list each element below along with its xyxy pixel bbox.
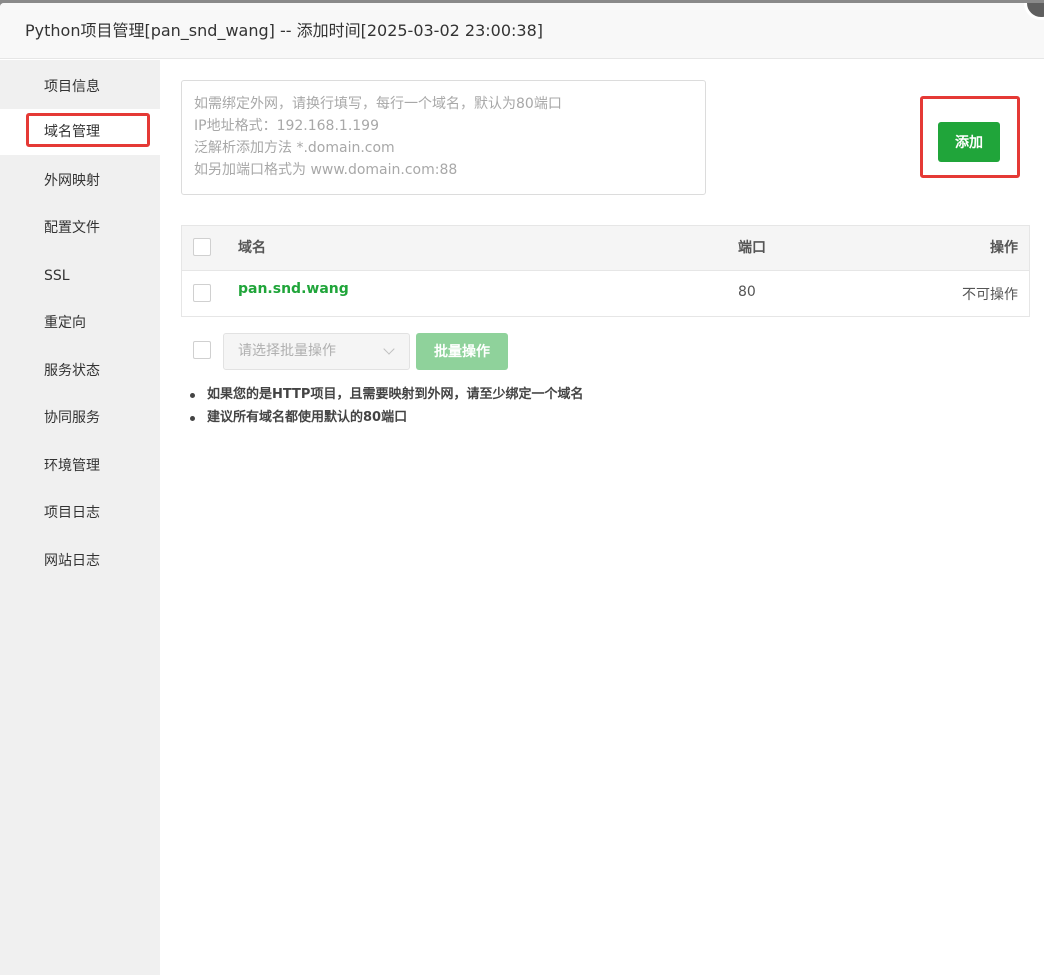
sidebar-item-site-log[interactable]: 网站日志 bbox=[0, 538, 160, 584]
sidebar-item-label: 外网映射 bbox=[44, 173, 100, 189]
select-all-checkbox[interactable] bbox=[193, 238, 211, 256]
sidebar-item-env-management[interactable]: 环境管理 bbox=[0, 443, 160, 489]
chevron-down-icon bbox=[383, 343, 395, 355]
sidebar-item-project-info[interactable]: 项目信息 bbox=[0, 64, 160, 110]
sidebar-item-collab-service[interactable]: 协同服务 bbox=[0, 395, 160, 441]
batch-select-placeholder: 请选择批量操作 bbox=[238, 343, 336, 359]
sidebar-item-label: 环境管理 bbox=[44, 458, 100, 474]
sidebar-item-config-file[interactable]: 配置文件 bbox=[0, 205, 160, 251]
highlight-box bbox=[26, 113, 150, 147]
sidebar-item-ssl[interactable]: SSL bbox=[0, 253, 160, 299]
sidebar: 项目信息 域名管理 外网映射 配置文件 SSL 重定向 服务状态 协同服务 环境… bbox=[0, 60, 160, 975]
column-header-action: 操作 bbox=[990, 240, 1018, 256]
sidebar-item-project-log[interactable]: 项目日志 bbox=[0, 490, 160, 536]
sidebar-item-label: 重定向 bbox=[44, 315, 86, 331]
domain-link[interactable]: pan.snd.wang bbox=[238, 281, 349, 297]
sidebar-item-external-mapping[interactable]: 外网映射 bbox=[0, 158, 160, 204]
batch-select-checkbox[interactable] bbox=[193, 341, 211, 359]
table-header: 域名 端口 操作 bbox=[182, 226, 1029, 271]
sidebar-item-domain-management[interactable]: 域名管理 bbox=[0, 109, 160, 155]
sidebar-item-service-status[interactable]: 服务状态 bbox=[0, 348, 160, 394]
batch-operation-select[interactable]: 请选择批量操作 bbox=[223, 333, 410, 370]
port-value: 80 bbox=[738, 284, 756, 300]
batch-operation-button[interactable]: 批量操作 bbox=[416, 333, 508, 370]
tips-list: 如果您的是HTTP项目，且需要映射到外网，请至少绑定一个域名 建议所有域名都使用… bbox=[189, 383, 583, 429]
domain-table: 域名 端口 操作 pan.snd.wang 80 不可操作 bbox=[181, 225, 1030, 317]
column-header-domain: 域名 bbox=[238, 240, 266, 256]
sidebar-item-label: 服务状态 bbox=[44, 363, 100, 379]
sidebar-item-label: SSL bbox=[44, 268, 70, 284]
tip-item: 建议所有域名都使用默认的80端口 bbox=[189, 406, 583, 429]
sidebar-item-redirect[interactable]: 重定向 bbox=[0, 300, 160, 346]
sidebar-item-label: 配置文件 bbox=[44, 220, 100, 236]
sidebar-item-label: 网站日志 bbox=[44, 553, 100, 569]
sidebar-item-label: 项目信息 bbox=[44, 79, 100, 95]
domain-input[interactable] bbox=[181, 80, 706, 195]
action-text: 不可操作 bbox=[962, 287, 1018, 303]
sidebar-item-label: 协同服务 bbox=[44, 410, 100, 426]
table-row: pan.snd.wang 80 不可操作 bbox=[182, 271, 1029, 316]
column-header-port: 端口 bbox=[738, 240, 766, 256]
sidebar-item-label: 项目日志 bbox=[44, 505, 100, 521]
dialog-title: Python项目管理[pan_snd_wang] -- 添加时间[2025-03… bbox=[0, 3, 1044, 59]
add-domain-button[interactable]: 添加 bbox=[938, 122, 1000, 162]
tip-item: 如果您的是HTTP项目，且需要映射到外网，请至少绑定一个域名 bbox=[189, 383, 583, 406]
row-checkbox[interactable] bbox=[193, 284, 211, 302]
